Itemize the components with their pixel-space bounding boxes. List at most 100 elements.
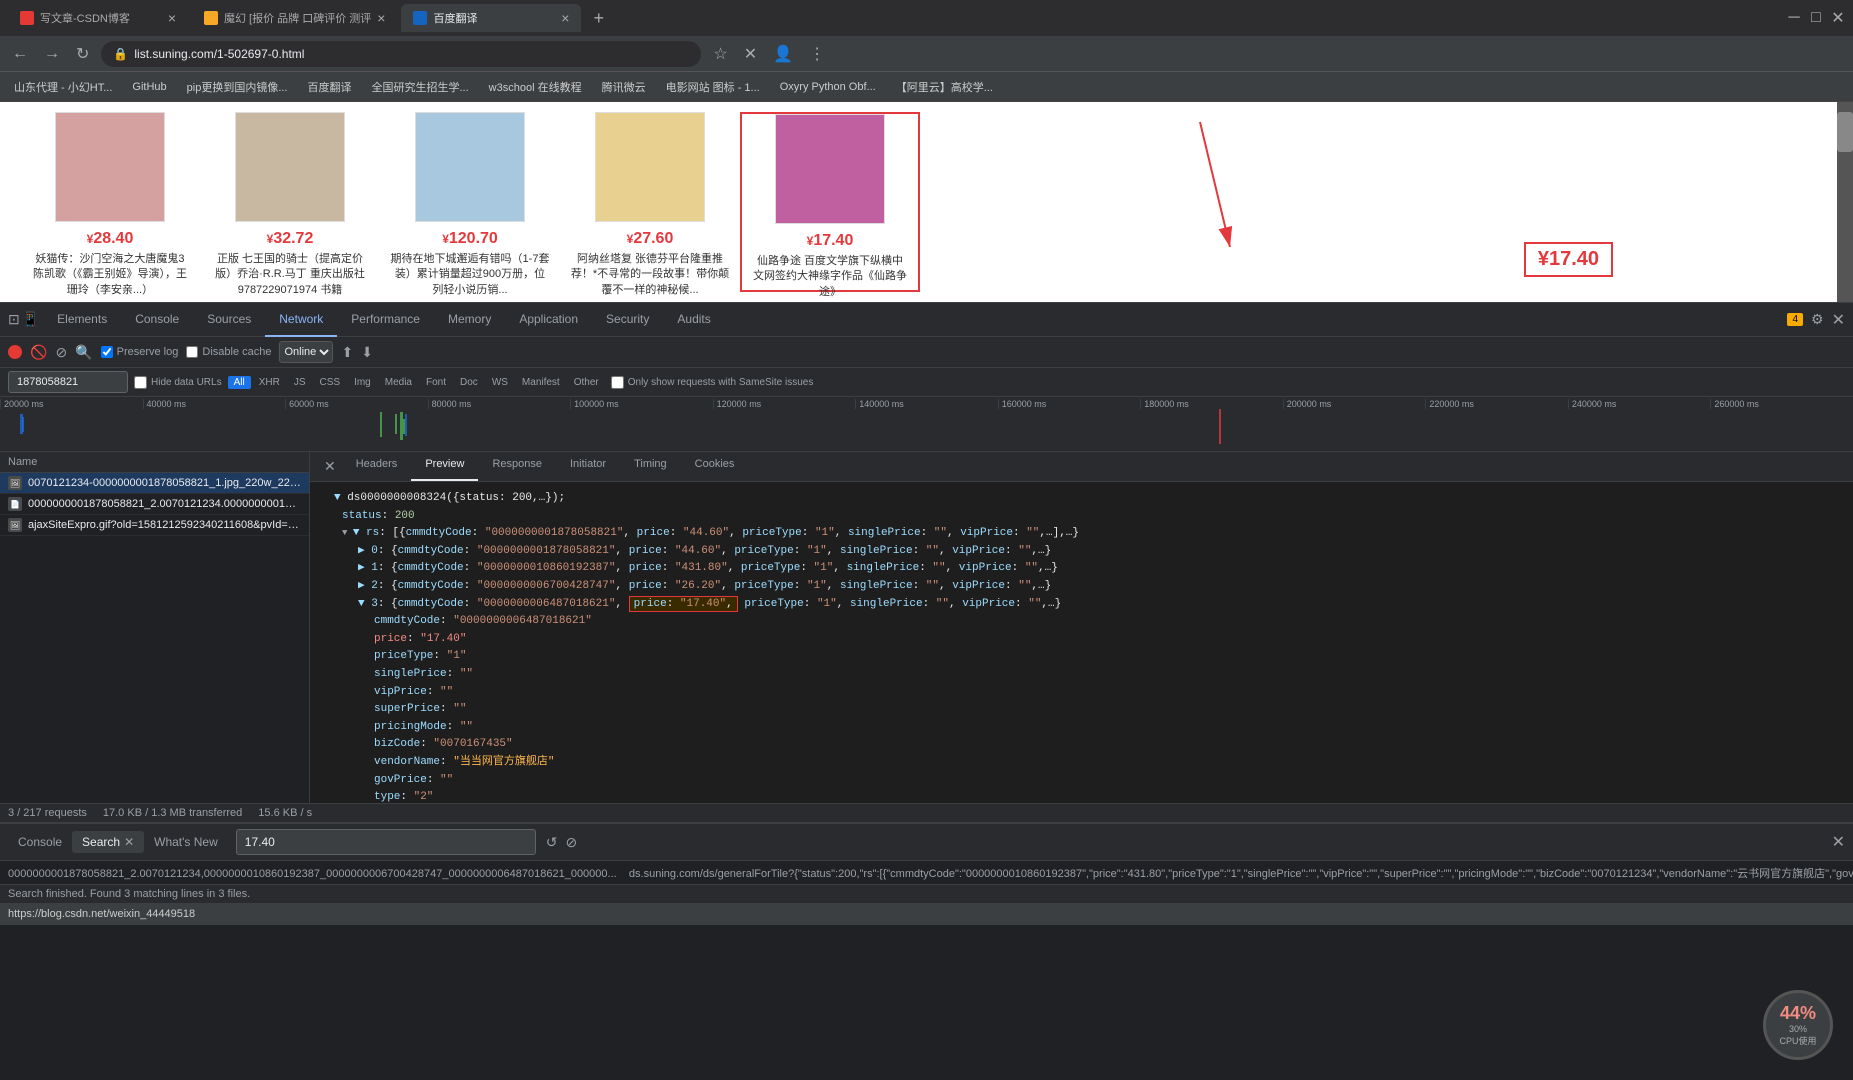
bookmark-star[interactable]: ☆	[709, 40, 731, 68]
filter-input[interactable]	[8, 371, 128, 393]
bookmark-yansheng[interactable]: 全国研究生招生学...	[366, 77, 475, 97]
tab-elements[interactable]: Elements	[43, 303, 121, 337]
tab-close-baidu[interactable]: ×	[561, 10, 569, 26]
tab-sources[interactable]: Sources	[193, 303, 265, 337]
request-item-1[interactable]: 📄 0000000001878058821_2.0070121234.00000…	[0, 494, 309, 515]
search-input[interactable]	[236, 829, 536, 855]
search-clear-btn[interactable]: ⊘	[564, 832, 580, 853]
tab-network[interactable]: Network	[265, 303, 337, 337]
device-icon[interactable]: 📱	[22, 311, 39, 328]
bookmark-baidu-trans[interactable]: 百度翻译	[302, 77, 358, 97]
settings-icon[interactable]: ⚙	[1811, 311, 1824, 328]
search-refresh-btn[interactable]: ↺	[544, 832, 560, 853]
search-tab-close[interactable]: ✕	[124, 835, 134, 849]
forward-button[interactable]: →	[40, 41, 64, 67]
search-close-button[interactable]: ✕	[1832, 832, 1845, 852]
tab-close-mohu[interactable]: ×	[377, 10, 385, 26]
maximize-button[interactable]: □	[1809, 11, 1823, 25]
detail-tab-headers[interactable]: Headers	[342, 452, 412, 481]
back-button[interactable]: ←	[8, 41, 32, 67]
samesite-input[interactable]	[611, 376, 624, 389]
new-tab-button[interactable]: +	[585, 4, 612, 33]
detail-tab-cookies[interactable]: Cookies	[681, 452, 749, 481]
bookmark-aliyun[interactable]: 【阿里云】高校学...	[890, 77, 999, 97]
menu-button[interactable]: ⋮	[805, 40, 829, 68]
disable-cache-checkbox[interactable]: Disable cache	[186, 346, 271, 358]
tab-memory[interactable]: Memory	[434, 303, 505, 337]
preview-item-3[interactable]: ▼ 3: {cmmdtyCode: "0000000006487018621",…	[318, 596, 1845, 614]
hide-urls-checkbox[interactable]: Hide data URLs	[134, 376, 222, 389]
detail-tab-timing[interactable]: Timing	[620, 452, 681, 481]
refresh-button[interactable]: ↻	[72, 40, 93, 68]
product-1[interactable]: ¥28.40 妖猫传：沙门空海之大唐魔鬼3 陈凯歌（《霸王别姬》导演），王珊玲（…	[20, 112, 200, 292]
preserve-log-input[interactable]	[101, 346, 113, 358]
filter-ws[interactable]: WS	[486, 376, 514, 389]
url-bar[interactable]: 🔒 list.suning.com/1-502697-0.html	[101, 41, 701, 67]
preview-content: ▼ ds0000000008324({status: 200,…}); stat…	[310, 482, 1853, 803]
filter-other[interactable]: Other	[568, 376, 605, 389]
preview-rs[interactable]: ▼ rs: [{cmmdtyCode: "0000000001878058821…	[318, 525, 1845, 543]
tab-console[interactable]: Console	[121, 303, 193, 337]
tab-performance[interactable]: Performance	[337, 303, 434, 337]
product-img-3	[415, 112, 525, 222]
clear-button[interactable]: 🚫	[30, 344, 47, 361]
bookmark-shandong[interactable]: 山东代理 - 小幻HT...	[8, 77, 118, 97]
devtools-tabbar: ⊡ 📱 Elements Console Sources Network Per…	[0, 303, 1853, 337]
product-2[interactable]: ¥32.72 正版 七王国的骑士（提高定价版）乔治·R.R.马丁 重庆出版社 9…	[200, 112, 380, 292]
tab-csdn[interactable]: 写文章-CSDN博客 ×	[8, 4, 188, 32]
filter-img[interactable]: Img	[348, 376, 377, 389]
disable-cache-input[interactable]	[186, 346, 198, 358]
tab-mohu[interactable]: 魔幻 [报价 品牌 口碑评价 测评 ×	[192, 4, 397, 32]
throttle-select[interactable]: Online	[279, 341, 333, 363]
search-tab-console[interactable]: Console	[8, 831, 72, 853]
bookmark-tencent[interactable]: 腾讯微云	[596, 77, 652, 97]
request-item-0[interactable]: 🖼 0070121234-0000000001878058821_1.jpg_2…	[0, 473, 309, 494]
detail-tab-preview[interactable]: Preview	[411, 452, 478, 481]
filter-media[interactable]: Media	[379, 376, 418, 389]
minimize-button[interactable]: ─	[1787, 11, 1801, 25]
bookmark-github[interactable]: GitHub	[126, 79, 172, 95]
tab-baidu[interactable]: 百度翻译 ×	[401, 4, 581, 32]
tab-application[interactable]: Application	[505, 303, 592, 337]
bookmark-pip[interactable]: pip更换到国内镜像...	[181, 77, 294, 97]
preview-item-2[interactable]: ▶ 2: {cmmdtyCode: "0000000006700428747",…	[318, 578, 1845, 596]
tab-security[interactable]: Security	[592, 303, 663, 337]
search-tab-whatsnew[interactable]: What's New	[144, 831, 228, 853]
filter-css[interactable]: CSS	[314, 376, 347, 389]
search-tab-search[interactable]: Search ✕	[72, 831, 144, 853]
record-button[interactable]	[8, 345, 22, 359]
devtools-close-icon[interactable]: ✕	[1832, 310, 1845, 330]
filter-all[interactable]: All	[228, 376, 251, 389]
profile-icon[interactable]: 👤	[769, 40, 797, 68]
detail-tab-response[interactable]: Response	[478, 452, 556, 481]
filter-xhr[interactable]: XHR	[253, 376, 286, 389]
download-icon[interactable]: ⬇	[361, 344, 373, 361]
tab-close-csdn[interactable]: ×	[168, 10, 176, 26]
inspect-icon[interactable]: ⊡	[8, 311, 20, 328]
detail-tab-initiator[interactable]: Initiator	[556, 452, 620, 481]
samesite-checkbox[interactable]: Only show requests with SameSite issues	[611, 376, 814, 389]
detail-close-icon[interactable]: ✕	[318, 452, 342, 481]
bookmark-w3school[interactable]: w3school 在线教程	[483, 77, 588, 97]
hide-urls-input[interactable]	[134, 376, 147, 389]
product-3[interactable]: ¥120.70 期待在地下城邂逅有错吗（1-7套装）累计销量超过900万册，位列…	[380, 112, 560, 292]
search-summary: Search finished. Found 3 matching lines …	[0, 884, 1853, 903]
product-4[interactable]: ¥27.60 阿纳丝塔复 张德芬平台隆重推荐！*不寻常的一段故事！带你颠覆不一样…	[560, 112, 740, 292]
filter-doc[interactable]: Doc	[454, 376, 484, 389]
filter-font[interactable]: Font	[420, 376, 452, 389]
filter-icon[interactable]: ⊘	[55, 344, 67, 361]
tab-audits[interactable]: Audits	[663, 303, 724, 337]
search-icon[interactable]: 🔍	[75, 344, 92, 361]
filter-js[interactable]: JS	[288, 376, 312, 389]
close-button[interactable]: ✕	[1831, 11, 1845, 25]
product-5[interactable]: ¥17.40 仙路争途 百度文学旗下纵横中文网签约大神缘字作品《仙路争途》 已有…	[740, 112, 920, 292]
bookmark-movie[interactable]: 电影网站 图标 - 1...	[660, 77, 766, 97]
bookmark-oxyry[interactable]: Oxyry Python Obf...	[774, 79, 882, 95]
preview-item-1[interactable]: ▶ 1: {cmmdtyCode: "0000000010860192387",…	[318, 560, 1845, 578]
filter-manifest[interactable]: Manifest	[516, 376, 566, 389]
upload-icon[interactable]: ⬆	[341, 344, 353, 361]
request-item-2[interactable]: 🖼 ajaxSiteExpro.gif?old=1581212592340211…	[0, 515, 309, 536]
preserve-log-checkbox[interactable]: Preserve log	[101, 346, 179, 358]
clear-url[interactable]: ✕	[740, 40, 761, 68]
preview-item-0[interactable]: ▶ 0: {cmmdtyCode: "0000000001878058821",…	[318, 543, 1845, 561]
